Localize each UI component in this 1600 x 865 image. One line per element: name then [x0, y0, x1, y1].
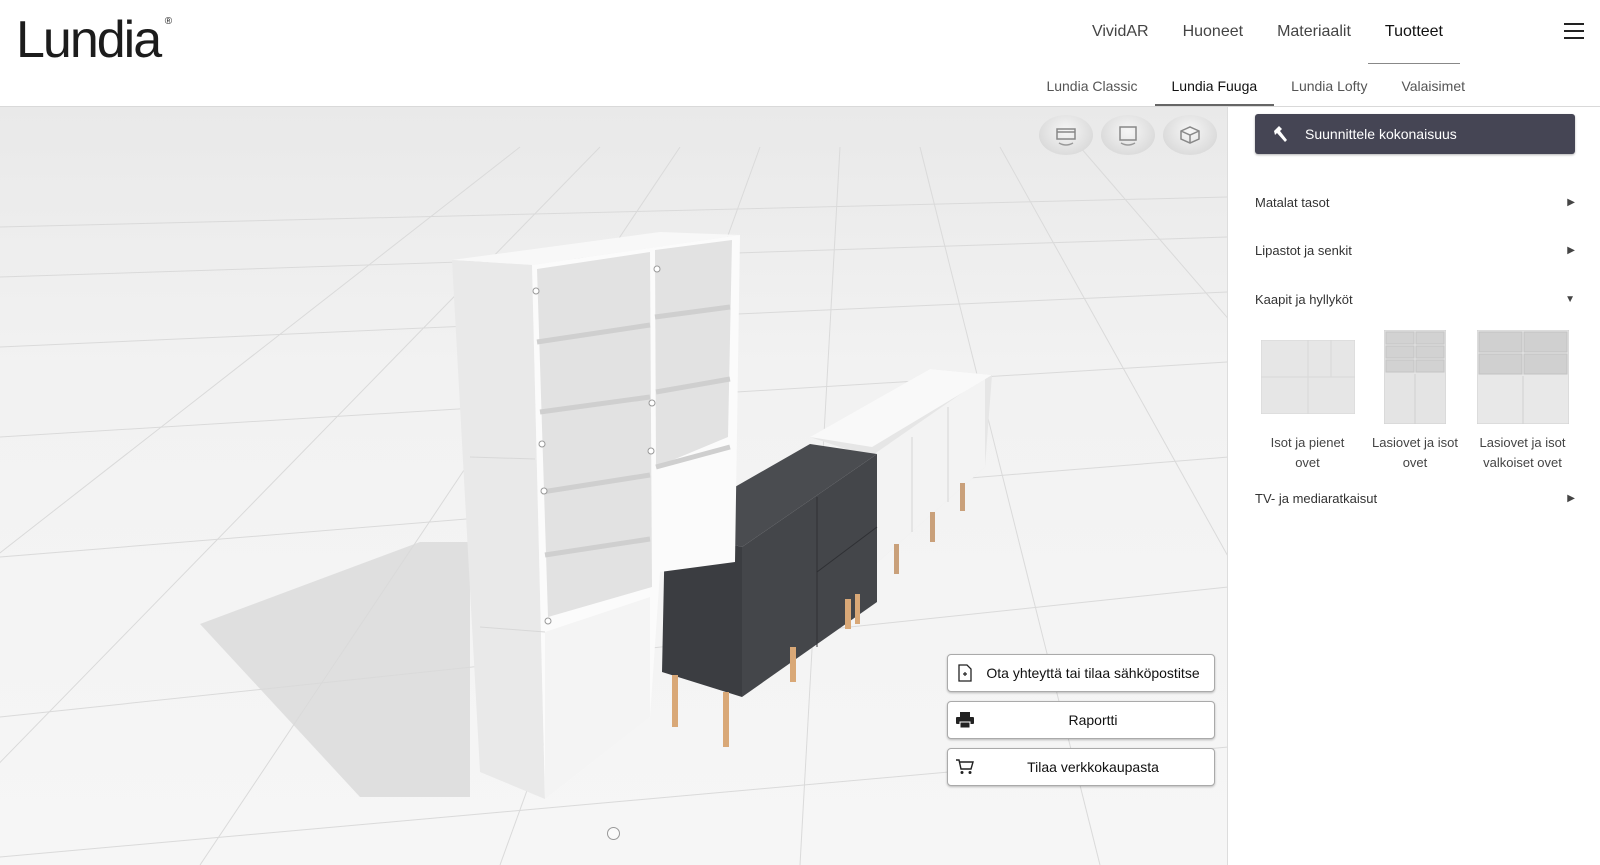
- contact-label: Ota yhteyttä tai tilaa sähköpostitse: [986, 665, 1200, 681]
- subnav-lundia-lofty[interactable]: Lundia Lofty: [1274, 70, 1384, 106]
- accordion-tv-ja-mediaratkaisut[interactable]: TV- ja mediaratkaisut ▶: [1255, 486, 1575, 510]
- accordion-kaapit-ja-hyllykot[interactable]: Kaapit ja hyllyköt ▼: [1255, 287, 1575, 311]
- product-thumbnail: [1470, 329, 1575, 425]
- design-whole-label: Suunnittele kokonaisuus: [1305, 126, 1457, 142]
- product-name-line2: ovet: [1295, 455, 1320, 470]
- front-view-icon[interactable]: [1101, 115, 1155, 155]
- nav-huoneet[interactable]: Huoneet: [1166, 22, 1261, 64]
- nav-materiaalit[interactable]: Materiaalit: [1260, 22, 1368, 64]
- subnav-lundia-classic[interactable]: Lundia Classic: [1029, 70, 1154, 106]
- accordion-label: Matalat tasot: [1255, 194, 1330, 210]
- printer-icon: [948, 712, 982, 728]
- caret-right-icon: ▶: [1567, 244, 1575, 256]
- product-name: Lasiovet ja isot valkoiset ovet: [1470, 433, 1575, 473]
- subnav-valaisimet[interactable]: Valaisimet: [1384, 70, 1482, 106]
- product-lasiovet-ja-isot-valkoiset-ovet[interactable]: Lasiovet ja isot valkoiset ovet: [1470, 329, 1575, 473]
- main-nav: VividAR Huoneet Materiaalit Tuotteet: [1075, 22, 1460, 64]
- document-icon: [948, 664, 982, 682]
- product-name-line2: valkoiset ovet: [1483, 455, 1562, 470]
- cart-icon: [948, 759, 982, 775]
- site-header: Lundia ® VividAR Huoneet Materiaalit Tuot…: [0, 0, 1600, 107]
- 3d-view-icon[interactable]: [1163, 115, 1217, 155]
- top-view-icon[interactable]: [1039, 115, 1093, 155]
- product-isot-ja-pienet-ovet[interactable]: Isot ja pienet ovet: [1255, 329, 1360, 473]
- product-thumbnail: [1363, 329, 1468, 425]
- design-whole-button[interactable]: Suunnittele kokonaisuus: [1255, 114, 1575, 154]
- lundia-logo[interactable]: Lundia ®: [16, 10, 172, 70]
- nav-tuotteet[interactable]: Tuotteet: [1367, 22, 1460, 64]
- product-name-line1: Lasiovet ja isot: [1372, 435, 1458, 450]
- accordion-lipastot-ja-senkit[interactable]: Lipastot ja senkit ▶: [1255, 238, 1575, 262]
- accordion-label: Lipastot ja senkit: [1255, 242, 1352, 258]
- order-label: Tilaa verkkokaupasta: [1027, 759, 1159, 775]
- hamburger-icon[interactable]: [1564, 23, 1584, 39]
- caret-right-icon: ▶: [1567, 492, 1575, 504]
- accordion-label: Kaapit ja hyllyköt: [1255, 291, 1353, 307]
- nav-vividar[interactable]: VividAR: [1075, 22, 1166, 64]
- sub-nav: Lundia Classic Lundia Fuuga Lundia Lofty…: [1029, 70, 1482, 106]
- product-thumbnail: [1255, 329, 1360, 425]
- accordion-matalat-tasot[interactable]: Matalat tasot ▶: [1255, 190, 1575, 214]
- report-button[interactable]: Raportti: [947, 701, 1215, 739]
- camera-dot-handle[interactable]: [607, 827, 620, 840]
- caret-down-icon: ▼: [1565, 293, 1575, 305]
- accordion-label: TV- ja mediaratkaisut: [1255, 490, 1378, 506]
- subnav-lundia-fuuga[interactable]: Lundia Fuuga: [1154, 70, 1275, 106]
- product-sidebar: Suunnittele kokonaisuus Matalat tasot ▶ …: [1228, 107, 1600, 865]
- order-button[interactable]: Tilaa verkkokaupasta: [947, 748, 1215, 786]
- view-controls: [1039, 115, 1217, 155]
- registered-mark: ®: [164, 16, 173, 27]
- product-grid: Isot ja pienet ovet Lasiovet ja isot ove…: [1255, 329, 1575, 473]
- caret-right-icon: ▶: [1567, 196, 1575, 208]
- logo-text: Lundia: [16, 11, 162, 69]
- contact-button[interactable]: Ota yhteyttä tai tilaa sähköpostitse: [947, 654, 1215, 692]
- product-name: Isot ja pienet ovet: [1255, 433, 1360, 473]
- report-label: Raportti: [1068, 712, 1118, 728]
- 3d-viewport[interactable]: Ota yhteyttä tai tilaa sähköpostitse Rap…: [0, 107, 1228, 865]
- product-lasiovet-ja-isot-ovet[interactable]: Lasiovet ja isot ovet: [1363, 329, 1468, 473]
- product-name-line1: Isot ja pienet: [1270, 435, 1345, 450]
- product-name-line1: Lasiovet ja isot: [1479, 435, 1566, 450]
- action-buttons: Ota yhteyttä tai tilaa sähköpostitse Rap…: [947, 654, 1215, 795]
- hammer-icon: [1255, 125, 1305, 143]
- product-name-line2: ovet: [1402, 455, 1428, 470]
- product-name: Lasiovet ja isot ovet: [1363, 433, 1468, 473]
